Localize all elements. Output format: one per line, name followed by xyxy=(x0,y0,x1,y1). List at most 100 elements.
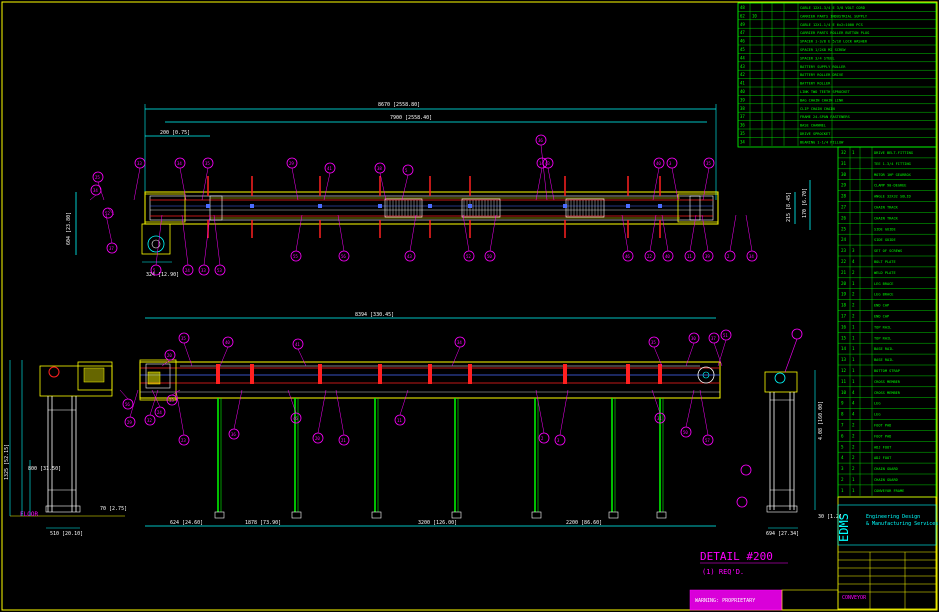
bom-description: BASE RAIL xyxy=(874,358,893,362)
front-balloon: 50 xyxy=(680,389,695,438)
bom-description: LINK TWO TEETH SPROCKET xyxy=(800,90,851,94)
top-balloon: 40 xyxy=(661,214,674,262)
front-balloon-number: 24 xyxy=(157,410,162,415)
bom-item-number: 21 xyxy=(841,270,847,275)
bom-description: SPACER 1-3/8 E 5/16 LOCK WASHER xyxy=(800,40,868,44)
bom-row: 30 MOTOR 1HP GEARBOX xyxy=(838,168,936,180)
top-balloon: 2 xyxy=(724,214,737,262)
front-balloon-number: 20 xyxy=(167,353,172,358)
bom-item-number: 49 xyxy=(740,22,745,27)
bom-item-number: 9 xyxy=(841,401,844,406)
bom-description: BATTERY ROLLER xyxy=(800,82,831,86)
bom-item-number: 43 xyxy=(740,64,745,69)
bom-row: 26 CHAIN TRACK xyxy=(838,212,936,224)
bom-description: CABLE 12X1-1/4 E 6x2=1000 PCS xyxy=(800,23,863,27)
bom-row: 5 2 ADJ FOOT xyxy=(838,441,936,453)
bom-description: SPACER 1/2X8 M2 SCREW xyxy=(800,48,846,52)
top-balloon-number: 39 xyxy=(705,254,710,259)
right-side-view: 4.08 [160.00] 694 [27.34] 30 [1.2] xyxy=(736,328,842,537)
bom-row: 36 BASE CHANNEL xyxy=(737,120,936,129)
top-balloon: 50 xyxy=(484,214,497,262)
bom-qty: 2 xyxy=(852,270,855,275)
front-balloon: 30 xyxy=(685,332,700,367)
bom-description: CHAIN TRACK xyxy=(874,216,899,220)
front-view-stud xyxy=(468,364,472,384)
dim-top-right-v2: 170 [6.70] xyxy=(802,188,808,218)
bom-description: CROSS MEMBER xyxy=(874,380,901,384)
dim-top-left: 200 [0.75] xyxy=(160,130,190,136)
top-balloon-number: 40 xyxy=(656,161,661,166)
bom-description: CLIP CHAIN CHAIN xyxy=(800,107,835,111)
top-balloon-number: 5 xyxy=(405,168,408,173)
bom-item-number: 20 xyxy=(841,281,847,286)
top-balloon-number: 56 xyxy=(341,254,346,259)
support-leg xyxy=(371,398,382,519)
conveyor-assembly-drawing[interactable]: 8670 [2558.80] 7900 [2558.40] 200 [0.75]… xyxy=(0,0,939,612)
bom-qty: 10 xyxy=(752,13,757,18)
bom-qty: 1 xyxy=(852,324,855,329)
bom-description: DRIVE BELT-FITTING xyxy=(874,151,913,155)
bom-item-number: 35 xyxy=(740,131,745,136)
bom-description: FOOT PAD xyxy=(874,424,891,428)
bom-description: WELD PLATE xyxy=(874,271,896,275)
top-balloon-number: 11 xyxy=(687,254,692,259)
bom-item-number: 13 xyxy=(841,357,847,362)
bom-item-number: 31 xyxy=(841,161,847,166)
bom-description: LEG BRACE xyxy=(874,293,893,297)
bom-row: 12 1 BOTTOM STRAP xyxy=(838,364,936,376)
bom-description: CROSS MEMBER xyxy=(874,391,901,395)
bom-row: 24 SIDE GUIDE xyxy=(838,233,936,246)
dim-top-overall: 8670 [2558.80] xyxy=(378,102,420,108)
bom-row: 17 2 END CAP xyxy=(838,310,936,322)
top-balloon: 41 xyxy=(323,162,336,201)
bom-description: BATTERY SUPPLY ROLLER xyxy=(800,65,846,69)
bom-row: 42 BATTERY ROLLER DRIVE xyxy=(737,69,936,79)
bom-row: 34 BEARING 1-1/4 PILLOW xyxy=(737,137,936,146)
top-balloon: 34 xyxy=(745,214,758,262)
bom-row: 37 FRAME 24-SPAN FASTENERS xyxy=(737,111,936,121)
bom-row: 1 1 CONVEYOR FRAME xyxy=(838,484,936,496)
bom-item-number: 44 xyxy=(740,55,745,60)
bom-item-number: 11 xyxy=(841,379,847,384)
top-balloon-number: 22 xyxy=(647,254,652,259)
dim-side-base: 800 [31.50] xyxy=(28,466,61,472)
bom-item-number: 30 xyxy=(841,172,847,177)
bom-item-number: 42 xyxy=(740,72,745,77)
bom-description: BOTTOM STRAP xyxy=(874,369,900,373)
top-view-stud xyxy=(658,176,662,238)
top-balloon-number: 34 xyxy=(93,188,98,193)
bom-description: CHAIN GUARD xyxy=(874,478,898,482)
bom-table-top: 48 CABLE 12X1-3/4 E 3/8 VOLT CORD 62 10 CARR… xyxy=(737,2,937,148)
bom-qty: 1 xyxy=(852,346,855,351)
bom-row: 15 1 TOP RAIL xyxy=(838,332,936,344)
top-view-stud xyxy=(626,176,630,238)
top-view-stud xyxy=(318,176,322,238)
bom-qty: 4 xyxy=(852,401,855,406)
title-drawing-name: CONVEYOR xyxy=(842,595,867,601)
bom-item-number: 46 xyxy=(740,39,745,44)
bom-row: 3 2 CHAIN GUARD xyxy=(838,462,936,474)
front-balloon-number: 20 xyxy=(315,436,320,441)
bom-row: 6 2 FOOT PAD xyxy=(838,430,936,442)
bom-qty: 2 xyxy=(852,303,855,308)
bom-qty: 2 xyxy=(852,292,855,297)
front-balloon-number: 31 xyxy=(657,416,662,421)
bom-description: TOP RAIL xyxy=(874,325,891,329)
bom-item-number: 26 xyxy=(841,215,847,220)
dim-side-pad: 70 [2.75] xyxy=(100,506,127,512)
bom-qty: 1 xyxy=(852,357,855,362)
top-balloon-number: 43 xyxy=(407,254,412,259)
dim-top-right-v: 215 [8.45] xyxy=(786,192,792,222)
title-line1: Engineering Design xyxy=(866,514,920,520)
front-balloon-number: 36 xyxy=(231,432,236,437)
top-balloon: 37 xyxy=(105,214,118,254)
bom-item-number: 40 xyxy=(740,89,745,94)
front-view-stud xyxy=(563,364,567,384)
bom-item-number: 24 xyxy=(841,237,847,242)
bom-description: CONVEYOR FRAME xyxy=(874,489,904,493)
title-line2: & Manufacturing Services xyxy=(866,521,938,527)
bom-qty: 1 xyxy=(852,281,855,286)
top-balloon: 43 xyxy=(404,214,417,262)
front-balloon: 11 xyxy=(394,389,409,426)
bom-description: ADJ FOOT xyxy=(874,456,892,460)
